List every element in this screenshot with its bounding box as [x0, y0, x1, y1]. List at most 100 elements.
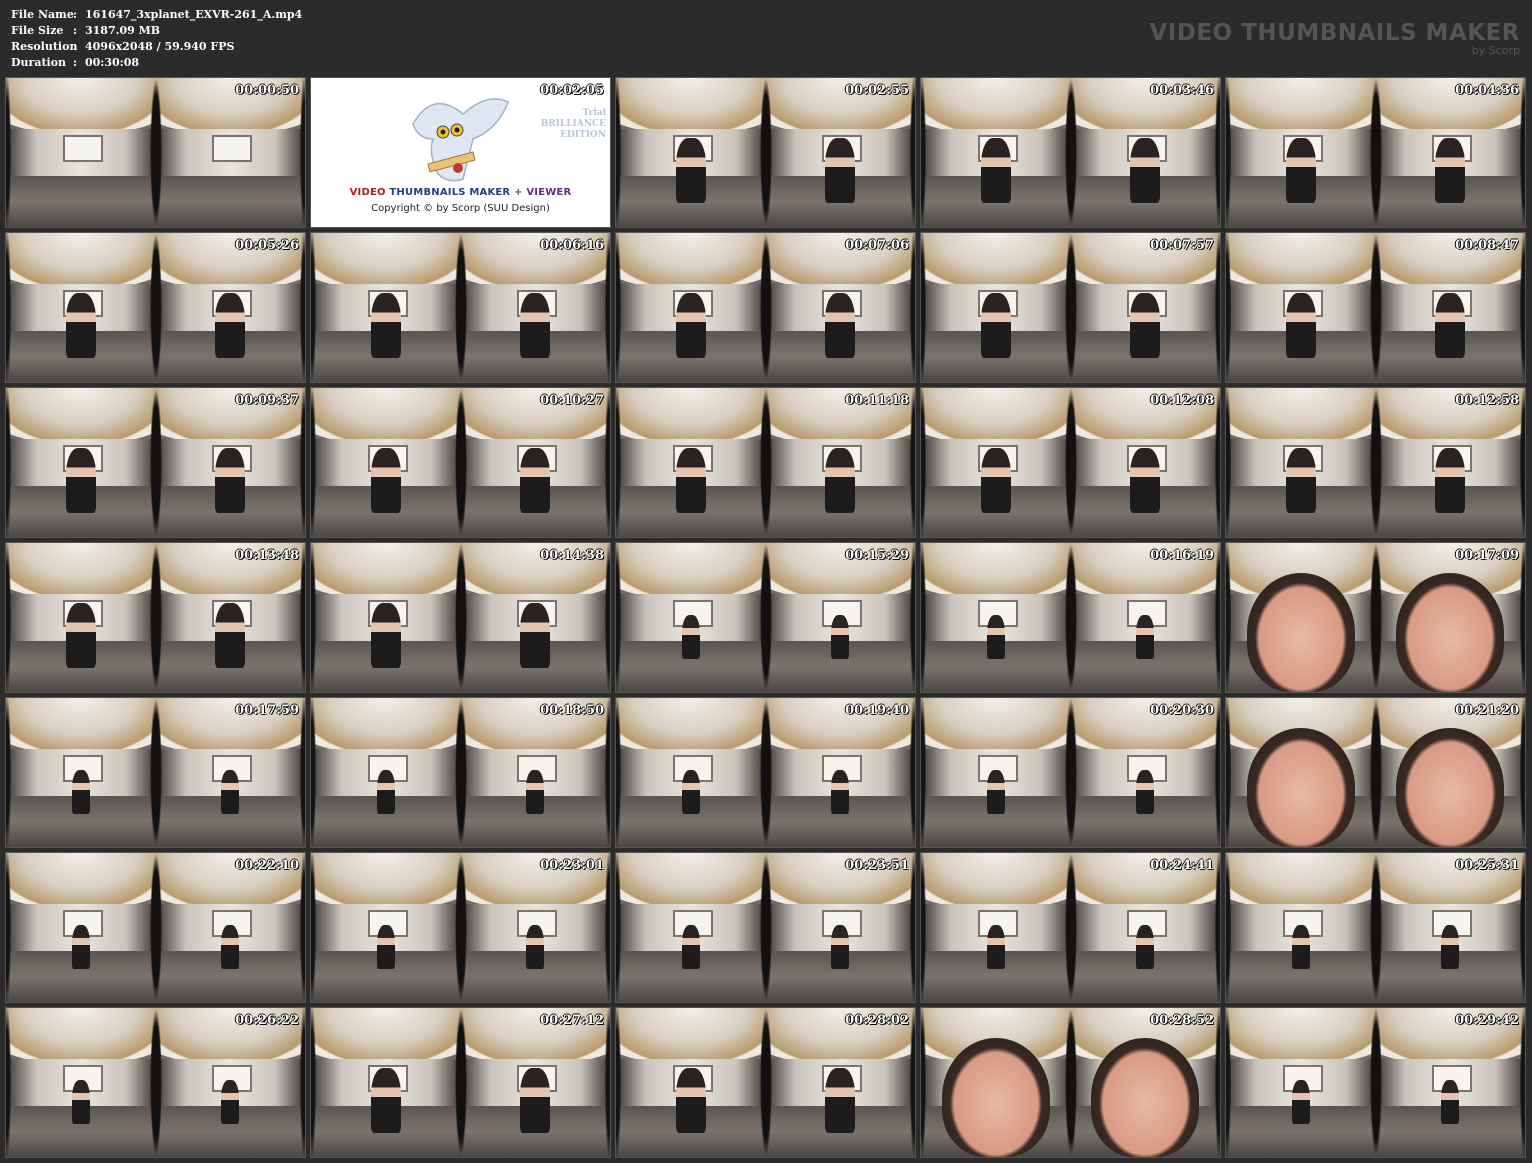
- edition-line: BRILLIANCE: [540, 119, 606, 129]
- eye-view-right: [155, 543, 305, 692]
- thumbnail-32[interactable]: 00:27:12: [310, 1007, 611, 1158]
- eye-view-left: [311, 1008, 461, 1157]
- eye-view-right: [765, 853, 915, 1002]
- thumbnail-20[interactable]: 00:17:09: [1225, 542, 1526, 693]
- thumbnail-23[interactable]: 00:19:40: [615, 697, 916, 848]
- info-value: 4096x2048 / 59.940 FPS: [85, 40, 235, 53]
- header: File Name : 161647_3xplanet_EXVR-261_A.m…: [0, 0, 1532, 76]
- logo-title-part: VIDEO: [349, 187, 386, 198]
- info-label: File Name: [11, 8, 74, 21]
- eye-view-left: [616, 388, 766, 537]
- thumbnail-14[interactable]: 00:12:08: [920, 387, 1221, 538]
- thumbnail-16[interactable]: 00:13:48: [5, 542, 306, 693]
- thumbnail-grid: 00:00:50 00:02:05 Trial BRILLIANCE EDITI…: [5, 77, 1526, 1158]
- thumbnail-7[interactable]: 00:06:16: [310, 232, 611, 383]
- eye-view-left: [1226, 233, 1376, 382]
- thumbnail-timestamp: 00:14:38: [540, 548, 604, 563]
- thumbnail-8[interactable]: 00:07:06: [615, 232, 916, 383]
- edition-label: Trial BRILLIANCE EDITION: [541, 108, 606, 141]
- thumbnail-timestamp: 00:28:52: [1150, 1013, 1214, 1028]
- thumbnail-17[interactable]: 00:14:38: [310, 542, 611, 693]
- eye-view-left: [921, 388, 1071, 537]
- thumbnail-22[interactable]: 00:18:50: [310, 697, 611, 848]
- eye-view-left: [616, 1008, 766, 1157]
- thumbnail-1[interactable]: 00:00:50: [5, 77, 306, 228]
- thumbnail-timestamp: 00:17:59: [235, 703, 299, 718]
- thumbnail-timestamp: 00:29:42: [1455, 1013, 1519, 1028]
- thumbnail-timestamp: 00:23:01: [540, 858, 604, 873]
- thumbnail-11[interactable]: 00:09:37: [5, 387, 306, 538]
- eye-view-left: [311, 853, 461, 1002]
- logo-title-part: +: [514, 187, 523, 198]
- thumbnail-3[interactable]: 00:02:55: [615, 77, 916, 228]
- thumbnail-timestamp: 00:26:22: [235, 1013, 299, 1028]
- eye-view-left: [921, 698, 1071, 847]
- eye-view-left: [6, 853, 156, 1002]
- thumbnail-35[interactable]: 00:29:42: [1225, 1007, 1526, 1158]
- logo-title-part: THUMBNAILS MAKER: [389, 187, 511, 198]
- eye-view-left: [1226, 853, 1376, 1002]
- thumbnail-28[interactable]: 00:23:51: [615, 852, 916, 1003]
- info-separator: :: [73, 40, 78, 53]
- thumbnail-timestamp: 00:13:48: [235, 548, 299, 563]
- eye-view-left: [6, 388, 156, 537]
- edition-line: Trial: [582, 108, 606, 118]
- eye-view-right: [765, 543, 915, 692]
- eye-view-left: [1226, 1008, 1376, 1157]
- thumbnail-4[interactable]: 00:03:46: [920, 77, 1221, 228]
- thumbnail-5[interactable]: 00:04:36: [1225, 77, 1526, 228]
- eye-view-left: [616, 543, 766, 692]
- eye-view-left: [1226, 388, 1376, 537]
- thumbnail-30[interactable]: 00:25:31: [1225, 852, 1526, 1003]
- brand-title: VIDEO THUMBNAILS MAKER: [1149, 20, 1520, 46]
- thumbnail-34[interactable]: 00:28:52: [920, 1007, 1221, 1158]
- thumbnail-25[interactable]: 00:21:20: [1225, 697, 1526, 848]
- thumbnail-timestamp: 00:18:50: [540, 703, 604, 718]
- thumbnail-timestamp: 00:19:40: [845, 703, 909, 718]
- thumbnail-6[interactable]: 00:05:26: [5, 232, 306, 383]
- eye-view-left: [921, 543, 1071, 692]
- thumbnail-26[interactable]: 00:22:10: [5, 852, 306, 1003]
- thumbnail-24[interactable]: 00:20:30: [920, 697, 1221, 848]
- eye-view-right: [1070, 698, 1220, 847]
- thumbnail-timestamp: 00:07:57: [1150, 238, 1214, 253]
- eye-view-right: [460, 1008, 610, 1157]
- thumbnail-timestamp: 00:16:19: [1150, 548, 1214, 563]
- eye-view-right: [155, 1008, 305, 1157]
- thumbnail-timestamp: 00:28:02: [845, 1013, 909, 1028]
- eye-view-left: [1226, 78, 1376, 227]
- edition-line: EDITION: [560, 130, 606, 140]
- thumbnail-timestamp: 00:17:09: [1455, 548, 1519, 563]
- eye-view-left: [6, 698, 156, 847]
- thumbnail-15[interactable]: 00:12:58: [1225, 387, 1526, 538]
- thumbnail-27[interactable]: 00:23:01: [310, 852, 611, 1003]
- info-row-duration: Duration : 00:30:08: [11, 55, 302, 71]
- thumbnail-timestamp: 00:24:41: [1150, 858, 1214, 873]
- app-logo-tile: 00:02:05 Trial BRILLIANCE EDITION VIDEO …: [310, 77, 611, 228]
- thumbnail-timestamp: 00:25:31: [1455, 858, 1519, 873]
- eye-view-right: [765, 698, 915, 847]
- thumbnail-13[interactable]: 00:11:18: [615, 387, 916, 538]
- thumbnail-timestamp: 00:27:12: [540, 1013, 604, 1028]
- thumbnail-19[interactable]: 00:16:19: [920, 542, 1221, 693]
- thumbnail-21[interactable]: 00:17:59: [5, 697, 306, 848]
- thumbnail-33[interactable]: 00:28:02: [615, 1007, 916, 1158]
- eye-view-left: [616, 698, 766, 847]
- eye-view-right: [1070, 853, 1220, 1002]
- eye-view-right: [1375, 233, 1525, 382]
- thumbnail-10[interactable]: 00:08:47: [1225, 232, 1526, 383]
- thumbnail-31[interactable]: 00:26:22: [5, 1007, 306, 1158]
- thumbnail-timestamp: 00:07:06: [845, 238, 909, 253]
- eye-view-left: [921, 853, 1071, 1002]
- eye-view-right: [765, 78, 915, 227]
- thumbnail-29[interactable]: 00:24:41: [920, 852, 1221, 1003]
- thumbnail-12[interactable]: 00:10:27: [310, 387, 611, 538]
- eye-view-left: [616, 233, 766, 382]
- thumbnail-9[interactable]: 00:07:57: [920, 232, 1221, 383]
- logo-title: VIDEO THUMBNAILS MAKER + VIEWER: [311, 187, 610, 198]
- thumbnail-timestamp: 00:22:10: [235, 858, 299, 873]
- eye-view-right: [1375, 78, 1525, 227]
- eye-view-right: [1375, 543, 1525, 692]
- thumbnail-18[interactable]: 00:15:29: [615, 542, 916, 693]
- eye-view-left: [6, 78, 156, 227]
